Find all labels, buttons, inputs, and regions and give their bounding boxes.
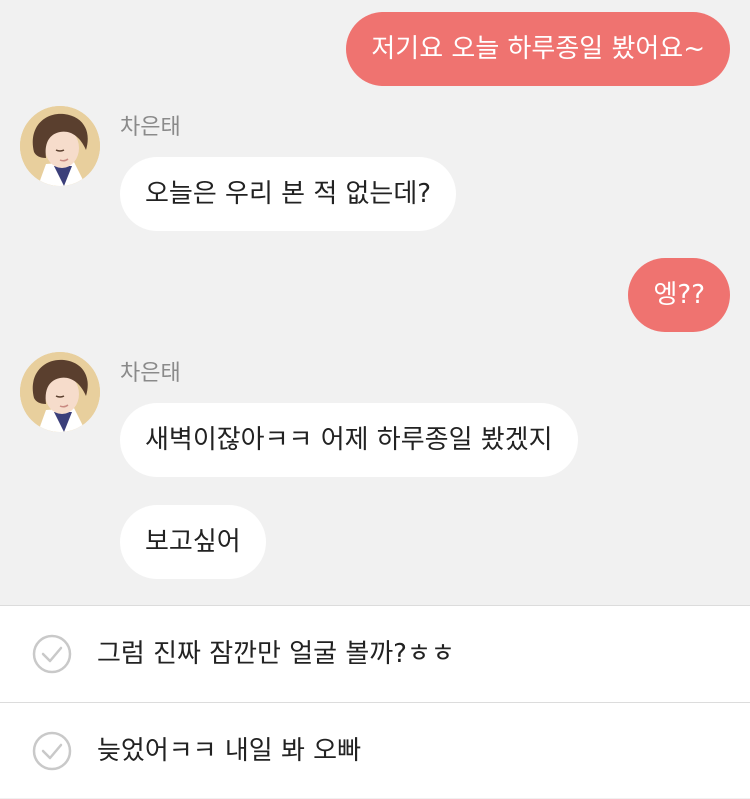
sender-name: 차은태 [120, 115, 181, 140]
incoming-message: 오늘은 우리 본 적 없는데? [120, 157, 457, 231]
avatar-portrait-icon [20, 106, 100, 186]
reply-choice-label: 늦었어ㅋㅋ 내일 봐 오빠 [97, 736, 361, 766]
chat-area: 저기요 오늘 하루종일 봤어요~ 차은태 오늘은 우리 본 적 없는데? 엥??… [0, 0, 750, 605]
outgoing-message: 저기요 오늘 하루종일 봤어요~ [346, 12, 730, 86]
outgoing-message: 엥?? [628, 258, 730, 332]
avatar[interactable] [20, 352, 100, 432]
sender-name: 차은태 [120, 361, 181, 386]
reply-choices: 그럼 진짜 잠깐만 얼굴 볼까?ㅎㅎ 늦었어ㅋㅋ 내일 봐 오빠 [0, 605, 750, 798]
check-circle-icon [32, 634, 72, 674]
incoming-message: 보고싶어 [120, 505, 266, 579]
avatar-portrait-icon [20, 352, 100, 432]
reply-choice[interactable]: 늦었어ㅋㅋ 내일 봐 오빠 [0, 702, 750, 798]
reply-choice-label: 그럼 진짜 잠깐만 얼굴 볼까?ㅎㅎ [97, 639, 455, 669]
avatar[interactable] [20, 106, 100, 186]
check-circle-icon [32, 731, 72, 771]
incoming-message: 새벽이잖아ㅋㅋ 어제 하루종일 봤겠지 [120, 403, 578, 477]
reply-choice[interactable]: 그럼 진짜 잠깐만 얼굴 볼까?ㅎㅎ [0, 605, 750, 701]
